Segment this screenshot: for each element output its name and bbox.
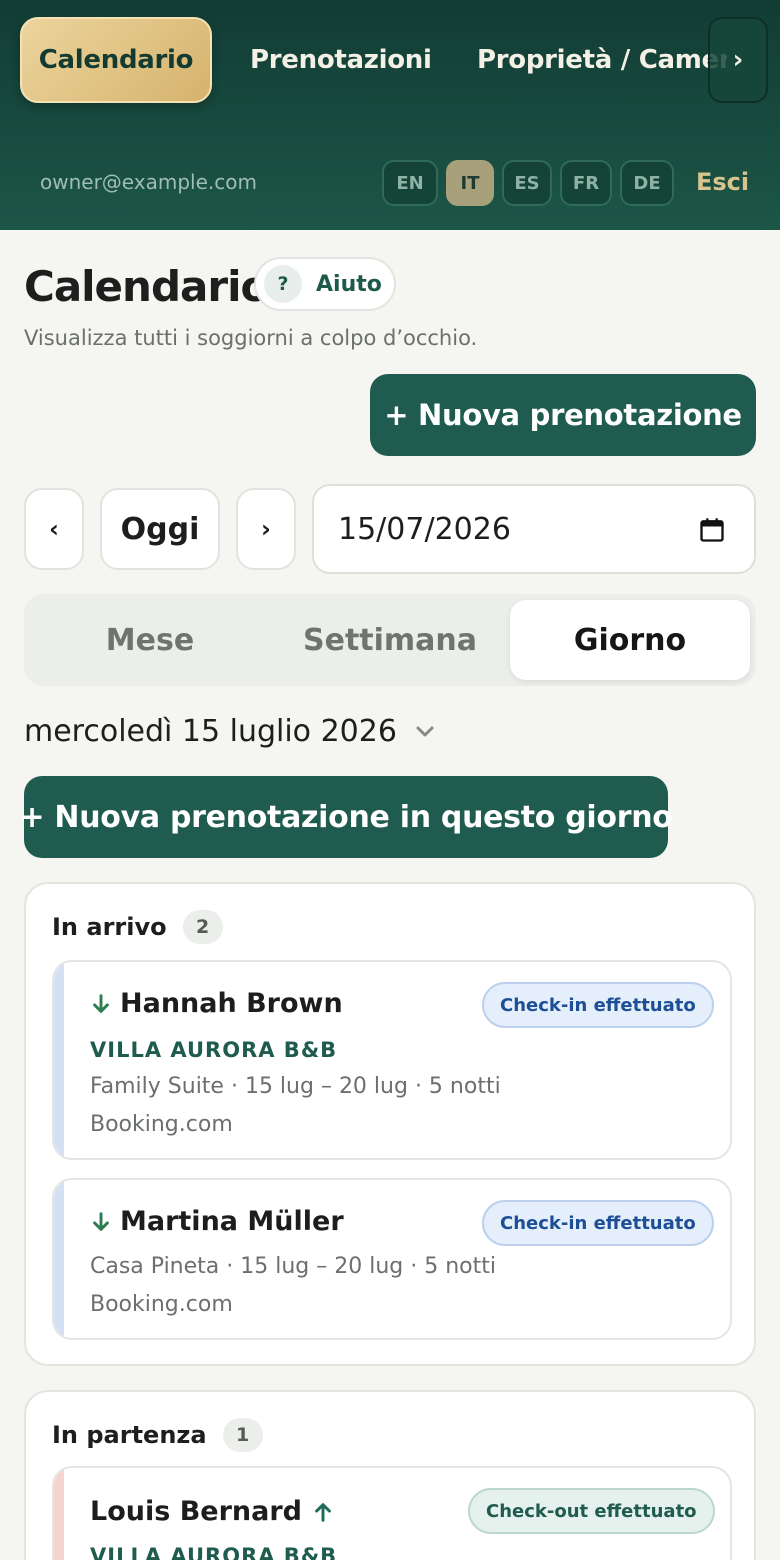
chevron-down-icon: [416, 726, 434, 736]
logout-link[interactable]: Esci: [696, 168, 749, 196]
guest-name-text: Martina Müller: [120, 1206, 344, 1237]
booking-source: Booking.com: [90, 1112, 233, 1137]
status-badge: Check-out effettuato: [468, 1488, 715, 1534]
day-picker[interactable]: mercoledì 15 luglio 2026: [24, 714, 437, 749]
arrivals-header: In arrivo 2: [52, 910, 223, 944]
help-button[interactable]: ? Aiuto: [254, 257, 396, 311]
lang-button-it[interactable]: IT: [446, 160, 494, 206]
booking-source: Booking.com: [90, 1292, 233, 1317]
lang-button-en[interactable]: EN: [382, 160, 438, 206]
lang-button-fr[interactable]: FR: [560, 160, 612, 206]
booking-card[interactable]: Hannah Brown Check-in effettuato VILLA A…: [52, 960, 732, 1160]
chevron-right-icon: ›: [261, 515, 271, 543]
prev-day-button[interactable]: ‹: [24, 488, 84, 570]
nav-tab-proprieta-camere[interactable]: Proprietà / Camere: [477, 17, 727, 103]
date-input[interactable]: 15/07/2026: [312, 484, 756, 574]
arrow-down-icon: [93, 993, 109, 1013]
arrivals-count-badge: 2: [182, 910, 223, 944]
arrow-up-icon: [315, 1502, 331, 1522]
guest-name: Louis Bernard: [90, 1496, 334, 1527]
lang-button-es[interactable]: ES: [502, 160, 552, 206]
today-button[interactable]: Oggi: [100, 488, 220, 570]
nav-tab-prenotazioni[interactable]: Prenotazioni: [250, 17, 432, 103]
app-header: Calendario Prenotazioni Proprietà / Came…: [0, 0, 780, 230]
lang-button-de[interactable]: DE: [620, 160, 674, 206]
departures-count-badge: 1: [222, 1418, 263, 1452]
guest-name: Martina Müller: [90, 1206, 344, 1237]
calendar-icon[interactable]: [698, 516, 726, 544]
departures-header: In partenza 1: [52, 1418, 263, 1452]
chevron-left-icon: ‹: [49, 515, 59, 543]
day-label: mercoledì 15 luglio 2026: [24, 714, 397, 749]
booking-card[interactable]: Louis Bernard Check-out effettuato VILLA…: [52, 1466, 732, 1560]
user-email: owner@example.com: [40, 170, 257, 194]
nav-tab-calendario[interactable]: Calendario: [20, 17, 212, 103]
arrow-down-icon: [93, 1211, 109, 1231]
date-input-value: 15/07/2026: [338, 511, 511, 547]
page-subtitle: Visualizza tutti i soggiorni a colpo d’o…: [24, 326, 478, 350]
nav-scroll-right-button[interactable]: ›: [708, 17, 768, 103]
status-badge: Check-in effettuato: [482, 1200, 714, 1246]
guest-name: Hannah Brown: [90, 988, 343, 1019]
new-booking-button[interactable]: + Nuova prenotazione: [370, 374, 756, 456]
arrivals-section: In arrivo 2 Hannah Brown Check-in effett…: [24, 882, 756, 1366]
view-tab-giorno[interactable]: Giorno: [510, 600, 750, 680]
help-icon: ?: [264, 265, 302, 303]
departures-title: In partenza: [52, 1421, 207, 1449]
next-day-button[interactable]: ›: [236, 488, 296, 570]
help-label: Aiuto: [316, 271, 382, 297]
status-badge: Check-in effettuato: [482, 982, 714, 1028]
property-name: VILLA AURORA B&B: [90, 1038, 338, 1062]
booking-details: Casa Pineta · 15 lug – 20 lug · 5 notti: [90, 1254, 496, 1279]
view-tab-settimana[interactable]: Settimana: [270, 600, 510, 680]
booking-details: Family Suite · 15 lug – 20 lug · 5 notti: [90, 1074, 501, 1099]
property-name: VILLA AURORA B&B: [90, 1544, 338, 1560]
view-tab-mese[interactable]: Mese: [30, 600, 270, 680]
new-booking-this-day-button[interactable]: + Nuova prenotazione in questo giorno: [19, 776, 673, 858]
view-switch: Mese Settimana Giorno: [24, 594, 756, 686]
guest-name-text: Louis Bernard: [90, 1496, 302, 1527]
booking-card[interactable]: Martina Müller Check-in effettuato Casa …: [52, 1178, 732, 1340]
page-title: Calendario: [24, 262, 269, 311]
arrivals-title: In arrivo: [52, 913, 167, 941]
departures-section: In partenza 1 Louis Bernard Check-out ef…: [24, 1390, 756, 1560]
guest-name-text: Hannah Brown: [120, 988, 343, 1019]
chevron-right-icon: ›: [732, 45, 744, 75]
